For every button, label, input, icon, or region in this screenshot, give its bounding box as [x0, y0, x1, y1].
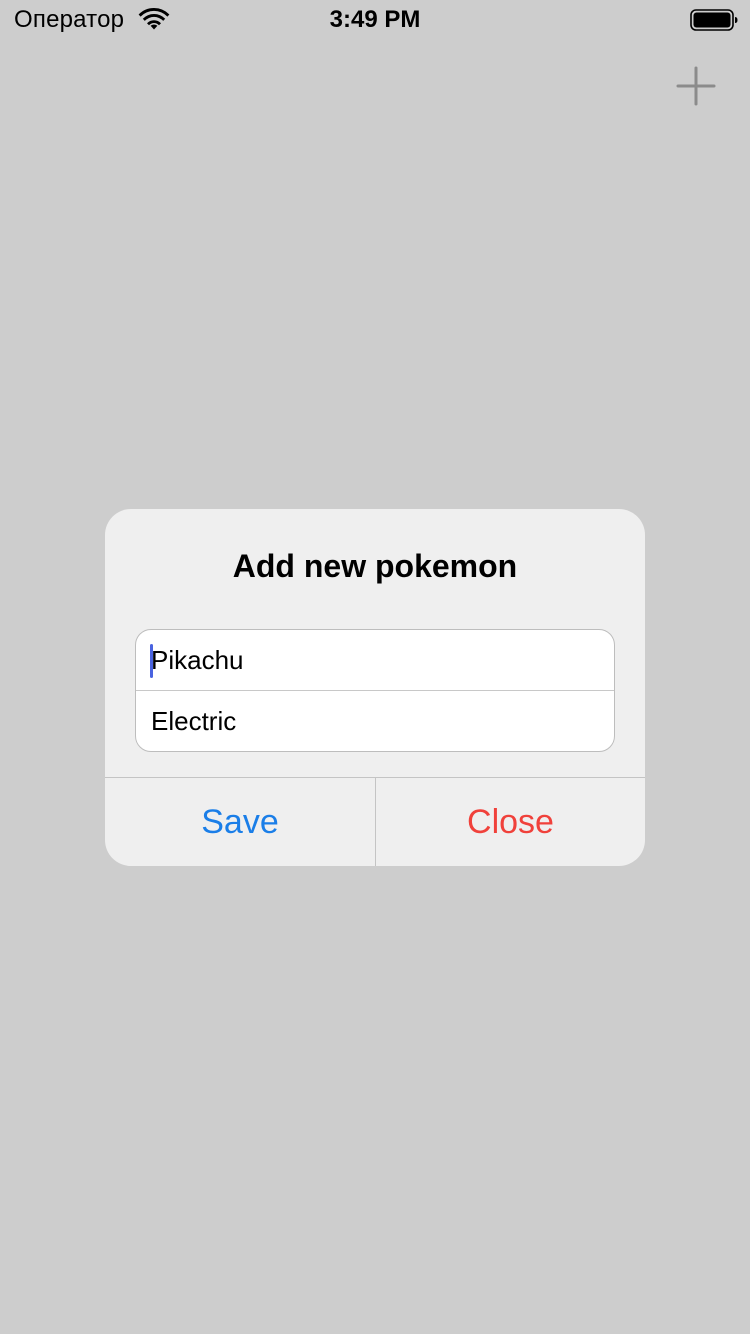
status-time: 3:49 PM	[329, 6, 421, 33]
pokemon-type-field[interactable]: Electric	[136, 690, 614, 750]
status-bar: Оператор 3:49 PM	[0, 0, 750, 40]
pokemon-name-field[interactable]: Pikachu	[136, 630, 614, 690]
alert-title: Add new pokemon	[232, 548, 518, 584]
pokemon-type-value: Electric	[151, 706, 237, 736]
add-pokemon-alert: Add new pokemon Pikachu Electric Save Cl…	[105, 509, 645, 866]
battery-full-icon	[690, 9, 738, 31]
text-field-group: Pikachu Electric	[135, 629, 615, 752]
plus-icon[interactable]	[672, 62, 720, 110]
pokemon-name-value: Pikachu	[151, 645, 244, 675]
close-button[interactable]: Close	[376, 778, 645, 866]
save-button[interactable]: Save	[105, 778, 375, 866]
